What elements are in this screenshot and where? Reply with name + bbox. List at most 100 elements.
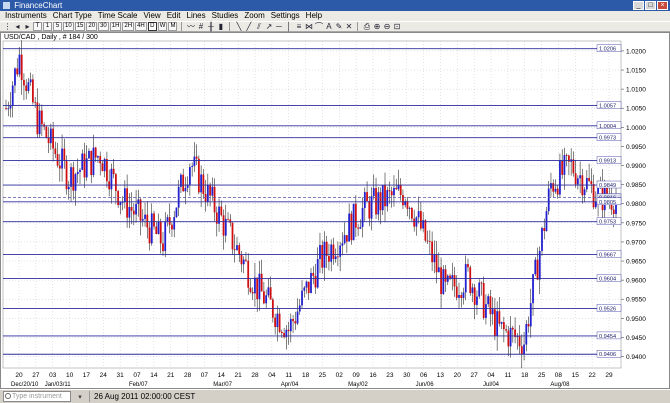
candle-body <box>94 147 97 158</box>
candle-body <box>366 192 368 202</box>
zoom-out-icon[interactable]: ⊖ <box>382 22 391 31</box>
candle-body <box>534 259 537 275</box>
timescale-15[interactable]: 15 <box>74 22 86 31</box>
candle-body <box>476 296 478 305</box>
candle-body <box>559 160 561 195</box>
candle-body <box>193 156 196 167</box>
text-tool-icon[interactable]: A <box>324 22 333 31</box>
candle-body <box>83 153 86 178</box>
gann-icon[interactable]: ⋈ <box>304 22 313 31</box>
candle-body <box>585 177 588 190</box>
candle-body <box>296 311 299 324</box>
candle-body <box>494 309 496 336</box>
fibonacci-icon[interactable]: ≡ <box>294 22 303 31</box>
level-label: 0.9913 <box>599 159 616 165</box>
candle-body <box>47 137 50 144</box>
candlestick-chart[interactable]: 1.0200 1.0150 1.0100 1.0050 1.0000 0.9950 0.99… <box>1 33 669 388</box>
timescale-10[interactable]: 10 <box>63 22 74 31</box>
close-button[interactable]: × <box>657 1 668 10</box>
candle-body <box>251 291 254 294</box>
candle-body <box>399 184 402 196</box>
level-label: 1.0057 <box>599 104 616 110</box>
candle-body <box>480 282 483 284</box>
timescale-30[interactable]: 30 <box>98 22 109 31</box>
ray-line-icon[interactable]: ╱ <box>244 22 253 31</box>
candle-body <box>550 183 552 189</box>
cycle-icon[interactable]: ⌒ <box>314 22 323 31</box>
timescale-2h[interactable]: 2H <box>122 22 135 31</box>
candle-body <box>38 110 41 135</box>
zoom-fit-icon[interactable]: ⊡ <box>392 22 401 31</box>
candlestick-icon[interactable]: ▮ <box>216 22 225 31</box>
candle-body <box>242 259 245 265</box>
candle-body <box>99 156 102 164</box>
vertical-line-icon[interactable]: │ <box>284 22 293 31</box>
menu-instruments[interactable]: Instruments <box>2 11 50 21</box>
timescale-1[interactable]: 1 <box>43 22 52 31</box>
candle-body <box>7 108 10 110</box>
candle-body <box>359 226 362 229</box>
candle-body <box>56 154 59 166</box>
candle-body <box>482 282 485 318</box>
candle-body <box>112 168 115 175</box>
forward-icon[interactable]: ▸ <box>23 22 32 31</box>
price-axis-label: 0.9800 <box>626 201 646 208</box>
grid-icon[interactable]: # <box>196 22 205 31</box>
menu-help[interactable]: Help <box>303 11 325 21</box>
candle-body <box>485 304 487 318</box>
candle-body <box>90 150 93 176</box>
x-axis-day-label: 07 <box>201 372 209 379</box>
horizontal-line-icon[interactable]: ─ <box>274 22 283 31</box>
candle-body <box>146 214 149 228</box>
candle-body <box>527 323 530 327</box>
x-axis-day-label: 28 <box>184 372 192 379</box>
menu-studies[interactable]: Studies <box>209 11 242 21</box>
menu-edit[interactable]: Edit <box>164 11 184 21</box>
menu-lines[interactable]: Lines <box>184 11 209 21</box>
candle-body <box>413 218 416 227</box>
timescale-monthly[interactable]: M <box>168 22 178 31</box>
minimize-button[interactable]: _ <box>633 1 644 10</box>
menu-settings[interactable]: Settings <box>268 11 303 21</box>
candle-body <box>505 329 508 331</box>
candle-body <box>227 218 229 220</box>
x-axis-month-label: Jun/06 <box>416 382 435 388</box>
candle-body <box>18 54 21 75</box>
instrument-search-input[interactable]: Type instrument name <box>3 391 71 403</box>
print-icon[interactable]: ⎙ <box>362 22 371 31</box>
channel-icon[interactable]: ⫽ <box>254 22 263 31</box>
x-axis-day-label: 02 <box>336 372 344 379</box>
candle-body <box>128 206 131 218</box>
zoom-in-icon[interactable]: ⊕ <box>372 22 381 31</box>
candle-body <box>487 296 490 305</box>
delete-icon[interactable]: ✕ <box>344 22 353 31</box>
timescale-1h[interactable]: 1H <box>109 22 122 31</box>
dropdown-arrow-icon[interactable]: ▾ <box>75 393 85 401</box>
timescale-weekly[interactable]: W <box>157 22 168 31</box>
maximize-button[interactable]: □ <box>645 1 656 10</box>
candle-body <box>126 188 128 218</box>
menu-chart-type[interactable]: Chart Type <box>50 11 95 21</box>
menu-time-scale[interactable]: Time Scale <box>95 11 141 21</box>
timescale-4h[interactable]: 4H <box>135 22 147 31</box>
arrow-line-icon[interactable]: ↗ <box>264 22 273 31</box>
bar-chart-icon[interactable]: ╫ <box>206 22 215 31</box>
candle-body <box>206 184 209 203</box>
line-chart-icon[interactable]: 〰 <box>186 22 195 31</box>
menu-zoom[interactable]: Zoom <box>241 11 267 21</box>
candle-body <box>175 207 178 218</box>
trend-line-icon[interactable]: ╲ <box>234 22 243 31</box>
timescale-daily[interactable]: D <box>147 22 157 31</box>
chart-area[interactable]: USD/CAD , Daily , # 184 / 300 1.0200 1.01… <box>0 32 670 389</box>
menu-view[interactable]: View <box>141 11 164 21</box>
candle-body <box>269 287 272 300</box>
candle-body <box>74 174 77 191</box>
x-axis-month-label: Apr/04 <box>281 382 299 388</box>
back-icon[interactable]: ◂ <box>13 22 22 31</box>
timescale-20[interactable]: 20 <box>86 22 98 31</box>
pencil-icon[interactable]: ✎ <box>334 22 343 31</box>
price-axis-label: 0.9750 <box>626 220 646 227</box>
timescale-tick[interactable]: T <box>33 22 42 31</box>
level-label: 0.9667 <box>599 253 616 259</box>
timescale-5[interactable]: 5 <box>53 22 62 31</box>
